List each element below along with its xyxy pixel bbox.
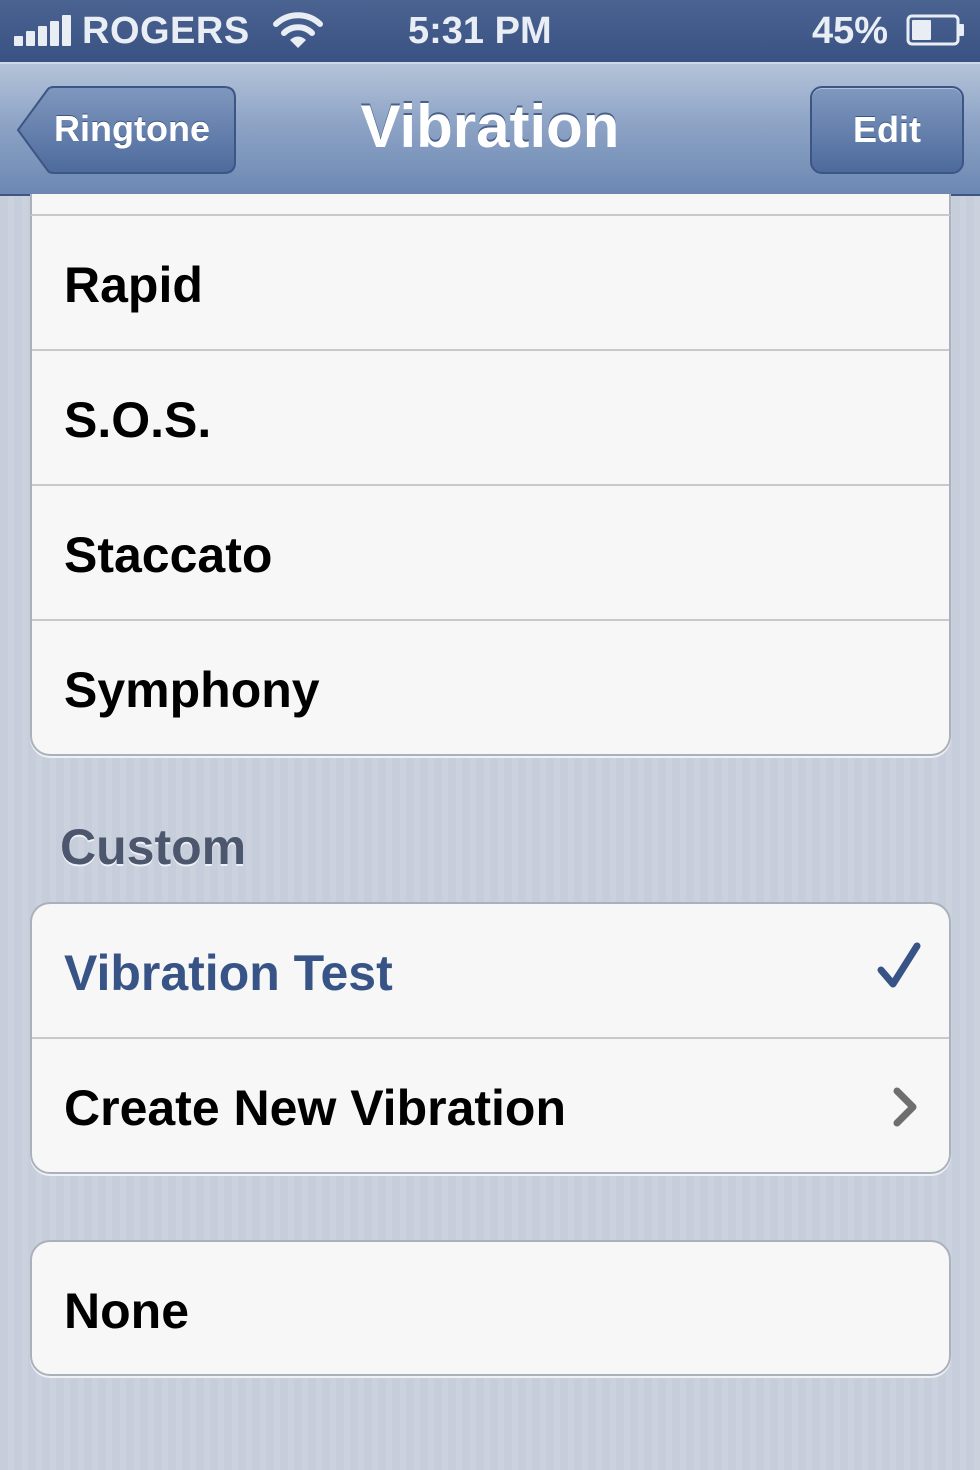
wifi-icon — [273, 12, 323, 48]
status-time: 5:31 PM — [408, 10, 552, 52]
carrier-name: ROGERS — [82, 10, 250, 52]
none-list: None — [30, 1240, 951, 1376]
checkmark-icon — [877, 942, 921, 988]
chevron-right-icon — [893, 1087, 917, 1127]
list-item-partial — [30, 194, 951, 216]
list-item-label: Rapid — [64, 257, 203, 313]
edit-button[interactable]: Edit — [810, 86, 964, 174]
battery-icon — [906, 14, 964, 46]
list-item-sos[interactable]: S.O.S. — [32, 351, 949, 486]
list-item-label: Staccato — [64, 527, 273, 583]
section-header-custom: Custom — [60, 819, 247, 875]
list-item-label: None — [64, 1283, 189, 1339]
status-bar: ROGERS 5:31 PM 45% — [0, 0, 980, 62]
list-item-symphony[interactable]: Symphony — [32, 621, 949, 754]
battery-percent: 45% — [812, 10, 889, 52]
create-new-vibration-button[interactable]: Create New Vibration — [32, 1039, 949, 1172]
list-item-label: S.O.S. — [64, 392, 212, 448]
standard-vibrations-list: Rapid S.O.S. Staccato Symphony — [30, 216, 951, 756]
list-item-label: Vibration Test — [64, 945, 393, 1001]
navigation-bar: Ringtone Vibration Edit — [0, 62, 980, 196]
list-item-vibration-test[interactable]: Vibration Test — [32, 904, 949, 1039]
signal-icon — [14, 14, 72, 46]
list-item-staccato[interactable]: Staccato — [32, 486, 949, 621]
custom-vibrations-list: Vibration Test Create New Vibration — [30, 902, 951, 1174]
list-item-label: Create New Vibration — [64, 1080, 567, 1136]
list-item-rapid[interactable]: Rapid — [32, 216, 949, 351]
list-item-none[interactable]: None — [32, 1242, 949, 1374]
list-item-label: Symphony — [64, 662, 320, 718]
